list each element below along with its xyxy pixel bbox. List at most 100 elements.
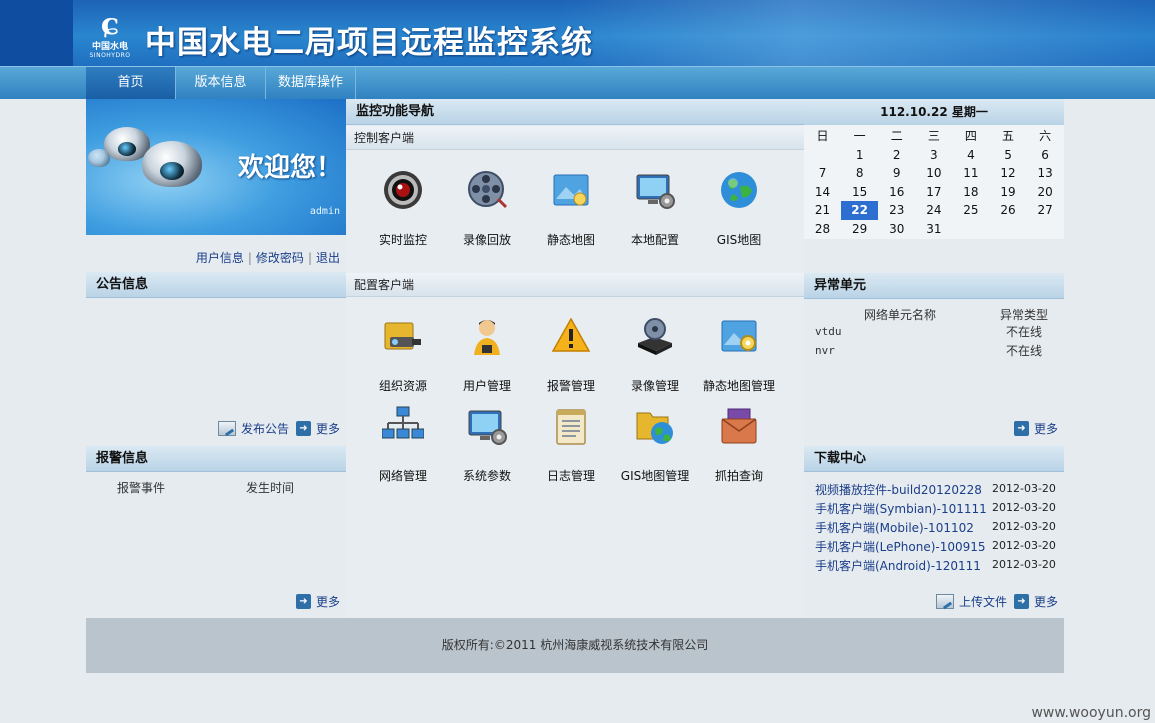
calendar-day[interactable]: 11	[952, 164, 989, 183]
change-password-link[interactable]: 修改密码	[256, 251, 304, 265]
calendar-day[interactable]: 24	[915, 201, 952, 220]
calendar-day[interactable]: 8	[841, 164, 878, 183]
download-item-date: 2012-03-20	[992, 501, 1056, 514]
welcome-greeting: 欢迎您！	[238, 153, 343, 183]
calendar-day	[1027, 220, 1064, 239]
calendar-day[interactable]: 23	[878, 201, 915, 220]
download-item-link[interactable]: 视频播放控件-build20120228	[815, 481, 982, 498]
video-playback-button[interactable]: 录像回放	[445, 167, 529, 248]
download-item-link[interactable]: 手机客户端(Mobile)-101102	[815, 519, 974, 536]
nav-database[interactable]: 数据库操作	[266, 67, 356, 99]
calendar-day[interactable]: 13	[1027, 164, 1064, 183]
calendar-day[interactable]: 12	[989, 164, 1026, 183]
calendar-day[interactable]: 7	[804, 164, 841, 183]
calendar-day-today[interactable]: 22	[841, 201, 879, 220]
publish-notice-link[interactable]: 发布公告	[218, 420, 289, 437]
calendar-weekday: 二	[890, 129, 903, 143]
download-item-link[interactable]: 手机客户端(Symbian)-101111	[815, 500, 987, 517]
calendar-day[interactable]: 18	[952, 183, 989, 202]
calendar-day[interactable]: 4	[952, 146, 989, 165]
recording-management-button[interactable]: 录像管理	[613, 313, 697, 394]
calendar-day[interactable]: 31	[915, 220, 952, 239]
log-management-button[interactable]: 日志管理	[529, 403, 613, 484]
calendar-day[interactable]: 27	[1027, 201, 1064, 220]
calendar-day[interactable]: 1	[841, 146, 878, 165]
camera-icon	[380, 167, 426, 213]
nav-home[interactable]: 首页	[86, 67, 176, 99]
header-banner: ɕ 中国水电 SINOHYDRO 中国水电二局项目远程监控系统	[0, 0, 1155, 66]
calendar-day[interactable]: 29	[841, 220, 878, 239]
calendar-day	[804, 146, 841, 165]
download-item-link[interactable]: 手机客户端(LePhone)-100915	[815, 538, 986, 555]
network-management-button[interactable]: 网络管理	[361, 403, 445, 484]
notice-more-link[interactable]: ➜ 更多	[296, 420, 340, 437]
download-item-link[interactable]: 手机客户端(Android)-120111	[815, 557, 981, 574]
static-map-management-button[interactable]: 静态地图管理	[697, 313, 781, 394]
notice-panel-title: 公告信息	[86, 272, 346, 298]
gis-map-management-button[interactable]: GIS地图管理	[613, 403, 697, 484]
edit-icon	[218, 421, 236, 436]
globe-icon	[716, 167, 762, 213]
calendar-day[interactable]: 21	[804, 201, 841, 220]
logout-link[interactable]: 退出	[316, 251, 340, 265]
system-params-button[interactable]: 系统参数	[445, 403, 529, 484]
arrow-right-icon: ➜	[296, 594, 311, 609]
map-icon	[548, 167, 594, 213]
config-client-section: 配置客户端	[346, 273, 804, 297]
calendar-day[interactable]: 9	[878, 164, 915, 183]
monitor-panel-title: 监控功能导航	[346, 99, 804, 125]
nav-version-info[interactable]: 版本信息	[176, 67, 266, 99]
gis-map-button[interactable]: GIS地图	[697, 167, 781, 248]
calendar-weekday-row: 日一二三四五六	[804, 127, 1064, 146]
alarm-management-button[interactable]: 报警管理	[529, 313, 613, 394]
calendar-day[interactable]: 26	[989, 201, 1026, 220]
calendar-day[interactable]: 19	[989, 183, 1026, 202]
snapshot-query-button[interactable]: 抓拍查询	[697, 403, 781, 484]
download-more-link[interactable]: ➜ 更多	[1014, 593, 1058, 610]
abnormal-row-name: vtdu	[815, 325, 842, 338]
calendar-day[interactable]: 3	[915, 146, 952, 165]
alarm-more-link[interactable]: ➜ 更多	[296, 593, 340, 610]
calendar-day	[952, 220, 989, 239]
photo-envelope-icon	[716, 403, 762, 449]
calendar-day[interactable]: 5	[989, 146, 1026, 165]
calendar-title: 112.10.22 星期一	[804, 99, 1064, 125]
static-map-button[interactable]: 静态地图	[529, 167, 613, 248]
abnormal-row-name: nvr	[815, 344, 835, 357]
arrow-right-icon: ➜	[1014, 421, 1029, 436]
calendar-day[interactable]: 16	[878, 183, 915, 202]
calendar-day[interactable]: 25	[952, 201, 989, 220]
download-panel-title: 下载中心	[804, 446, 1064, 472]
upload-file-link[interactable]: 上传文件	[936, 593, 1007, 610]
realtime-monitor-button[interactable]: 实时监控	[361, 167, 445, 248]
calendar-day[interactable]: 15	[841, 183, 878, 202]
main-nav: 首页 版本信息 数据库操作	[0, 66, 1155, 99]
user-management-button[interactable]: 用户管理	[445, 313, 529, 394]
edit-icon	[936, 594, 954, 609]
local-config-button[interactable]: 本地配置	[613, 167, 697, 248]
calendar-day	[989, 220, 1026, 239]
user-links: 用户信息 | 修改密码 | 退出	[195, 251, 340, 265]
abnormal-more-link[interactable]: ➜ 更多	[1014, 420, 1058, 437]
current-username: admin	[309, 206, 340, 217]
video-recorder-icon	[632, 313, 678, 359]
calendar-day[interactable]: 30	[878, 220, 915, 239]
org-resource-button[interactable]: 组织资源	[361, 313, 445, 394]
arrow-right-icon: ➜	[1014, 594, 1029, 609]
calendar-week-row: 123456	[804, 146, 1064, 165]
calendar-day[interactable]: 28	[804, 220, 841, 239]
network-icon	[380, 403, 426, 449]
calendar-day[interactable]: 14	[804, 183, 841, 202]
map-gear-icon	[716, 313, 762, 359]
calendar-day[interactable]: 10	[915, 164, 952, 183]
user-info-link[interactable]: 用户信息	[196, 251, 244, 265]
calendar-weekday: 三	[927, 129, 940, 143]
calendar-day[interactable]: 17	[915, 183, 952, 202]
calendar-week-row: 7 8 9 10 11 12 13	[804, 164, 1064, 183]
control-client-section: 控制客户端	[346, 126, 804, 150]
calendar-day[interactable]: 6	[1027, 146, 1064, 165]
abnormal-row-type: 不在线	[1006, 344, 1043, 358]
calendar-day[interactable]: 2	[878, 146, 915, 165]
calendar-day[interactable]: 20	[1027, 183, 1064, 202]
user-icon	[464, 313, 510, 359]
